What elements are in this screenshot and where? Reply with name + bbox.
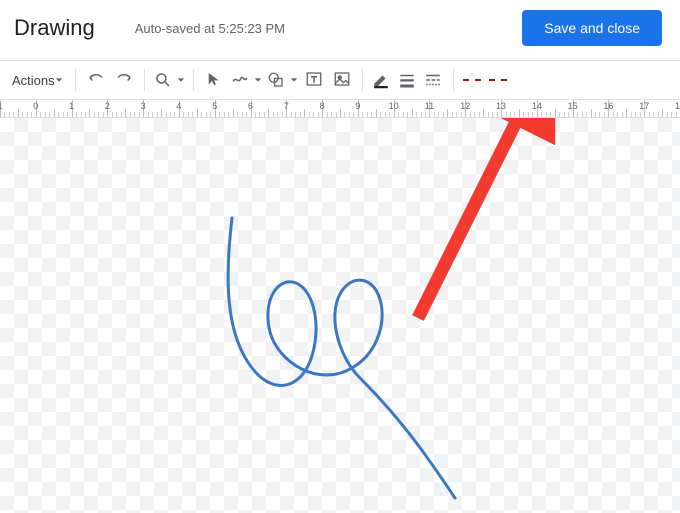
chevron-down-icon	[290, 76, 298, 84]
separator	[193, 69, 194, 91]
separator	[362, 69, 363, 91]
ruler-label: 15	[568, 101, 578, 111]
line-tool[interactable]	[228, 66, 264, 94]
separator	[453, 69, 454, 91]
image-icon	[333, 70, 351, 91]
actions-menu[interactable]: Actions	[6, 66, 69, 94]
line-weight-icon	[395, 71, 419, 89]
drawing-header: Drawing Auto-saved at 5:25:23 PM Save an…	[0, 0, 680, 60]
line-end-icon	[486, 79, 510, 81]
ruler-label: 1	[69, 101, 74, 111]
border-color-tool[interactable]	[369, 66, 395, 94]
textbox-icon	[305, 70, 323, 91]
zoom-icon	[151, 71, 175, 89]
toolbar: Actions	[0, 60, 680, 100]
line-start-icon	[460, 79, 484, 81]
save-and-close-button[interactable]: Save and close	[522, 10, 662, 46]
ruler-label: 3	[141, 101, 146, 111]
scribble-stroke	[228, 218, 455, 498]
ruler-label: 5	[212, 101, 217, 111]
undo-button[interactable]	[82, 66, 110, 94]
shape-tool[interactable]	[264, 66, 300, 94]
ruler-label: 11	[425, 101, 434, 111]
autosave-status: Auto-saved at 5:25:23 PM	[135, 21, 285, 36]
line-start-tool[interactable]	[460, 66, 486, 94]
separator	[75, 69, 76, 91]
ruler-label: 9	[355, 101, 360, 111]
pen-icon	[369, 71, 393, 89]
undo-icon	[87, 70, 105, 91]
ruler-label: 2	[105, 101, 110, 111]
ruler-label: 7	[284, 101, 289, 111]
separator	[144, 69, 145, 91]
chevron-down-icon	[55, 76, 63, 84]
textbox-tool[interactable]	[300, 66, 328, 94]
ruler-label: 10	[389, 101, 399, 111]
ruler-label: 6	[248, 101, 253, 111]
ruler-label: 0	[33, 101, 38, 111]
shapes-icon	[264, 71, 288, 89]
border-dash-tool[interactable]	[421, 66, 447, 94]
page-title: Drawing	[14, 15, 95, 41]
line-dash-icon	[421, 71, 445, 89]
ruler-label: 4	[176, 101, 181, 111]
line-end-tool[interactable]	[486, 66, 512, 94]
chevron-down-icon	[254, 76, 262, 84]
select-tool[interactable]	[200, 66, 228, 94]
ruler-label: 1	[0, 101, 3, 111]
scribble-icon	[228, 71, 252, 89]
border-weight-tool[interactable]	[395, 66, 421, 94]
ruler-label: 16	[603, 101, 613, 111]
ruler-label: 12	[460, 101, 470, 111]
chevron-down-icon	[177, 76, 185, 84]
ruler-label: 14	[532, 101, 542, 111]
redo-button[interactable]	[110, 66, 138, 94]
canvas-content	[0, 118, 680, 513]
ruler-label: 13	[496, 101, 506, 111]
ruler-label: 18	[675, 101, 680, 111]
redo-icon	[115, 70, 133, 91]
zoom-menu[interactable]	[151, 66, 187, 94]
actions-label: Actions	[12, 73, 55, 88]
ruler-label: 8	[320, 101, 325, 111]
drawing-canvas[interactable]	[0, 118, 680, 513]
horizontal-ruler: 10123456789101112131415161718	[0, 100, 680, 118]
ruler-label: 17	[639, 101, 649, 111]
cursor-icon	[206, 71, 222, 90]
image-tool[interactable]	[328, 66, 356, 94]
